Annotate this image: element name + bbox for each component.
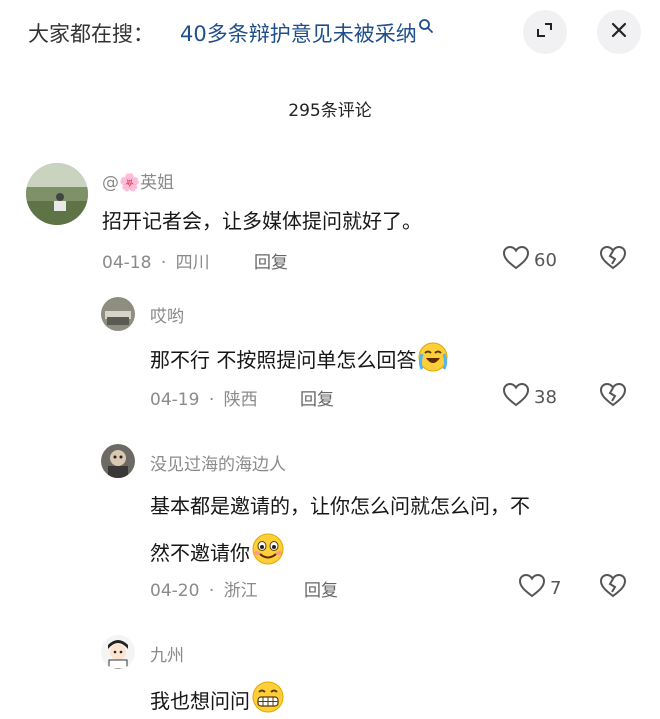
comment-text-line2: 然不邀请你 xyxy=(150,532,286,571)
avatar[interactable] xyxy=(101,297,135,331)
comment-text-line1: 基本都是邀请的，让你怎么问就怎么问，不 xyxy=(150,494,530,518)
crying-face-icon xyxy=(416,341,450,378)
comment-text: 那不行 不按照提问单怎么回答 xyxy=(150,341,450,378)
comment-text: 我也想问问 xyxy=(150,680,286,719)
like-button[interactable]: 7 xyxy=(518,573,561,604)
separator: · xyxy=(208,581,215,601)
comment-text-content: 那不行 不按照提问单怎么回答 xyxy=(150,348,417,372)
username[interactable]: 没见过海的海边人 xyxy=(150,450,286,475)
comment-meta: 04-20 · 浙江 xyxy=(150,576,258,601)
broken-heart-icon xyxy=(599,573,627,603)
comment-text-content: 我也想问问 xyxy=(150,689,250,713)
comment-text-content: 然不邀请你 xyxy=(150,541,250,565)
top-search-bar: 大家都在搜： 40多条辩护意见未被采纳 xyxy=(0,0,660,66)
comment-date: 04-18 xyxy=(102,253,152,273)
close-button[interactable] xyxy=(597,10,641,54)
reply-button[interactable]: 回复 xyxy=(300,385,334,410)
heart-icon xyxy=(502,382,534,413)
separator: · xyxy=(160,253,167,273)
comment-region: 陕西 xyxy=(223,390,258,410)
comment-region: 浙江 xyxy=(223,581,258,601)
reply-button[interactable]: 回复 xyxy=(254,248,288,273)
username[interactable]: 哎哟 xyxy=(150,302,184,327)
comment-meta: 04-19 · 陕西 xyxy=(150,385,258,410)
broken-heart-icon xyxy=(599,382,627,412)
reply-button[interactable]: 回复 xyxy=(304,576,338,601)
comment-text: 招开记者会，让多媒体提问就好了。 xyxy=(102,209,422,233)
username[interactable]: @🌸英姐 xyxy=(102,168,174,193)
avatar[interactable] xyxy=(26,163,88,225)
dislike-button[interactable] xyxy=(599,573,627,603)
avatar[interactable] xyxy=(101,635,135,669)
dislike-button[interactable] xyxy=(599,245,627,275)
like-count: 38 xyxy=(534,387,557,408)
comment-region: 四川 xyxy=(175,253,210,273)
trending-search-link[interactable]: 40多条辩护意见未被采纳 xyxy=(180,18,434,48)
comment-meta: 04-18 · 四川 xyxy=(102,248,210,273)
dislike-button[interactable] xyxy=(599,382,627,412)
like-count: 60 xyxy=(534,250,557,271)
broken-heart-icon xyxy=(599,245,627,275)
username[interactable]: 九州 xyxy=(150,641,184,666)
grimacing-face-icon xyxy=(250,680,286,719)
like-count: 7 xyxy=(550,578,562,599)
comment-count: 295条评论 xyxy=(288,101,372,121)
heart-icon xyxy=(518,573,550,604)
trending-search-text: 40多条辩护意见未被采纳 xyxy=(180,22,417,46)
grinning-face-icon xyxy=(250,532,286,571)
avatar[interactable] xyxy=(101,444,135,478)
expand-button[interactable] xyxy=(523,10,567,54)
search-icon xyxy=(418,19,434,38)
like-button[interactable]: 38 xyxy=(502,382,557,413)
comment-date: 04-19 xyxy=(150,390,200,410)
comment-date: 04-20 xyxy=(150,581,200,601)
like-button[interactable]: 60 xyxy=(502,245,557,276)
search-prefix: 大家都在搜： xyxy=(28,22,154,46)
heart-icon xyxy=(502,245,534,276)
close-icon xyxy=(610,21,628,43)
expand-icon xyxy=(535,20,555,44)
separator: · xyxy=(208,390,215,410)
